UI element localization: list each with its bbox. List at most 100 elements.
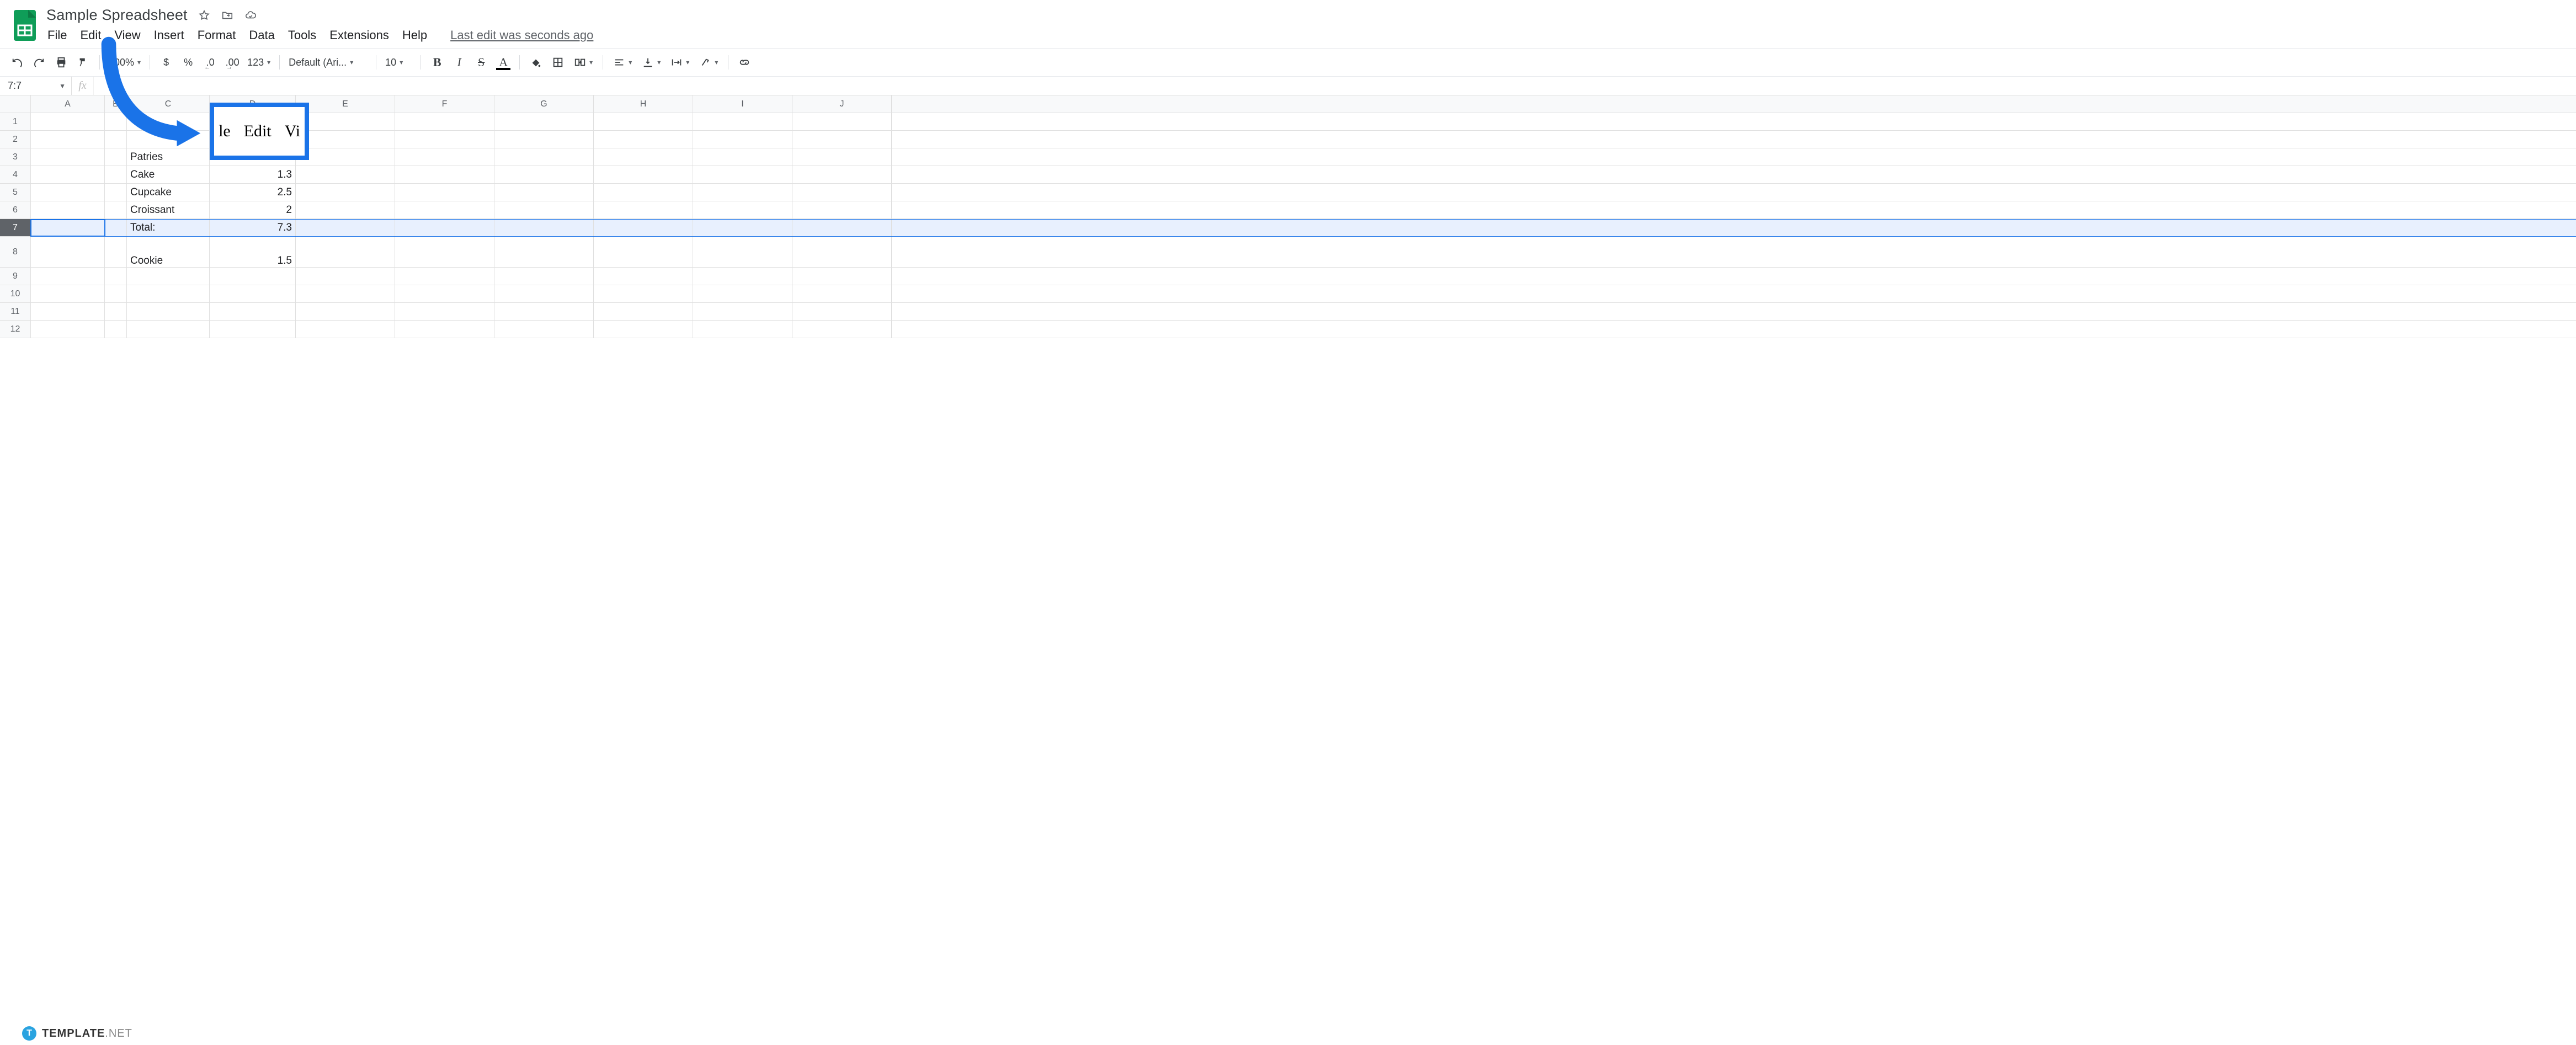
- cell-H1[interactable]: [594, 113, 693, 130]
- cell-J7[interactable]: [792, 220, 892, 236]
- cell-B10[interactable]: [105, 285, 127, 302]
- strikethrough-button[interactable]: S: [472, 53, 491, 72]
- move-to-folder-icon[interactable]: [221, 9, 234, 22]
- menu-data[interactable]: Data: [249, 28, 274, 42]
- cell-C2[interactable]: [127, 131, 210, 148]
- cell-B11[interactable]: [105, 303, 127, 320]
- cell-G4[interactable]: [494, 166, 594, 183]
- cell-I6[interactable]: [693, 201, 792, 218]
- italic-button[interactable]: I: [450, 53, 469, 72]
- cell-I5[interactable]: [693, 184, 792, 201]
- menu-tools[interactable]: Tools: [288, 28, 316, 42]
- cell-C11[interactable]: [127, 303, 210, 320]
- text-rotation-dropdown[interactable]: [696, 53, 721, 72]
- cell-J3[interactable]: [792, 148, 892, 166]
- cell-I8[interactable]: [693, 237, 792, 267]
- cell-G1[interactable]: [494, 113, 594, 130]
- menu-format[interactable]: Format: [198, 28, 236, 42]
- cell-F12[interactable]: [395, 321, 494, 338]
- cell-B2[interactable]: [105, 131, 127, 148]
- cell-J9[interactable]: [792, 268, 892, 285]
- borders-button[interactable]: [549, 53, 567, 72]
- cell-I2[interactable]: [693, 131, 792, 148]
- cell-E4[interactable]: [296, 166, 395, 183]
- cell-I1[interactable]: [693, 113, 792, 130]
- cell-E7[interactable]: [296, 220, 395, 236]
- cell-F1[interactable]: [395, 113, 494, 130]
- cell-F7[interactable]: [395, 220, 494, 236]
- text-color-button[interactable]: A: [494, 53, 513, 72]
- cell-G2[interactable]: [494, 131, 594, 148]
- cell-A4[interactable]: [31, 166, 105, 183]
- row-header-10[interactable]: 10: [0, 285, 31, 303]
- merge-cells-dropdown[interactable]: [571, 53, 596, 72]
- font-size-dropdown[interactable]: 10: [383, 53, 414, 72]
- row-header-8[interactable]: 8: [0, 237, 31, 268]
- menu-edit[interactable]: Edit: [80, 28, 101, 42]
- cell-G6[interactable]: [494, 201, 594, 218]
- cell-J1[interactable]: [792, 113, 892, 130]
- cell-D12[interactable]: [210, 321, 296, 338]
- cell-B12[interactable]: [105, 321, 127, 338]
- cell-G8[interactable]: [494, 237, 594, 267]
- row-header-3[interactable]: 3: [0, 148, 31, 166]
- cell-F6[interactable]: [395, 201, 494, 218]
- cell-C6[interactable]: Croissant: [127, 201, 210, 218]
- cell-I12[interactable]: [693, 321, 792, 338]
- vertical-align-dropdown[interactable]: [638, 53, 664, 72]
- cell-G10[interactable]: [494, 285, 594, 302]
- cell-I3[interactable]: [693, 148, 792, 166]
- cell-J12[interactable]: [792, 321, 892, 338]
- cell-B3[interactable]: [105, 148, 127, 166]
- cell-H6[interactable]: [594, 201, 693, 218]
- cell-H2[interactable]: [594, 131, 693, 148]
- more-formats-dropdown[interactable]: 123: [245, 53, 273, 72]
- font-family-dropdown[interactable]: Default (Ari...: [286, 53, 369, 72]
- cell-D11[interactable]: [210, 303, 296, 320]
- cell-I10[interactable]: [693, 285, 792, 302]
- row-header-7[interactable]: 7: [0, 219, 31, 237]
- cell-A9[interactable]: [31, 268, 105, 285]
- print-icon[interactable]: [52, 53, 71, 72]
- cell-A12[interactable]: [31, 321, 105, 338]
- cell-D6[interactable]: 2: [210, 201, 296, 218]
- cell-F2[interactable]: [395, 131, 494, 148]
- star-icon[interactable]: [198, 9, 211, 22]
- cell-E8[interactable]: [296, 237, 395, 267]
- menu-extensions[interactable]: Extensions: [329, 28, 389, 42]
- row-header-12[interactable]: 12: [0, 321, 31, 338]
- cell-J2[interactable]: [792, 131, 892, 148]
- cell-B7[interactable]: [105, 220, 127, 236]
- cell-H7[interactable]: [594, 220, 693, 236]
- cell-B9[interactable]: [105, 268, 127, 285]
- cell-C4[interactable]: Cake: [127, 166, 210, 183]
- paint-format-icon[interactable]: [74, 53, 93, 72]
- cell-E3[interactable]: [296, 148, 395, 166]
- cell-E5[interactable]: [296, 184, 395, 201]
- cell-G3[interactable]: [494, 148, 594, 166]
- cell-A1[interactable]: [31, 113, 105, 130]
- cell-B8[interactable]: [105, 237, 127, 267]
- cell-J6[interactable]: [792, 201, 892, 218]
- formula-bar-input[interactable]: [94, 77, 2576, 95]
- row-header-5[interactable]: 5: [0, 184, 31, 201]
- cell-F11[interactable]: [395, 303, 494, 320]
- cell-I11[interactable]: [693, 303, 792, 320]
- cell-H5[interactable]: [594, 184, 693, 201]
- col-header-E[interactable]: E: [296, 95, 395, 113]
- row-header-6[interactable]: 6: [0, 201, 31, 219]
- col-header-H[interactable]: H: [594, 95, 693, 113]
- cell-A10[interactable]: [31, 285, 105, 302]
- format-currency-button[interactable]: $: [157, 53, 175, 72]
- cell-D7[interactable]: 7.3: [210, 220, 296, 236]
- doc-title[interactable]: Sample Spreadsheet: [46, 7, 188, 24]
- cell-G11[interactable]: [494, 303, 594, 320]
- fill-color-button[interactable]: [526, 53, 545, 72]
- row-header-11[interactable]: 11: [0, 303, 31, 321]
- cell-J4[interactable]: [792, 166, 892, 183]
- cell-F4[interactable]: [395, 166, 494, 183]
- text-wrap-dropdown[interactable]: [667, 53, 693, 72]
- cell-C10[interactable]: [127, 285, 210, 302]
- redo-icon[interactable]: [30, 53, 49, 72]
- cell-C5[interactable]: Cupcake: [127, 184, 210, 201]
